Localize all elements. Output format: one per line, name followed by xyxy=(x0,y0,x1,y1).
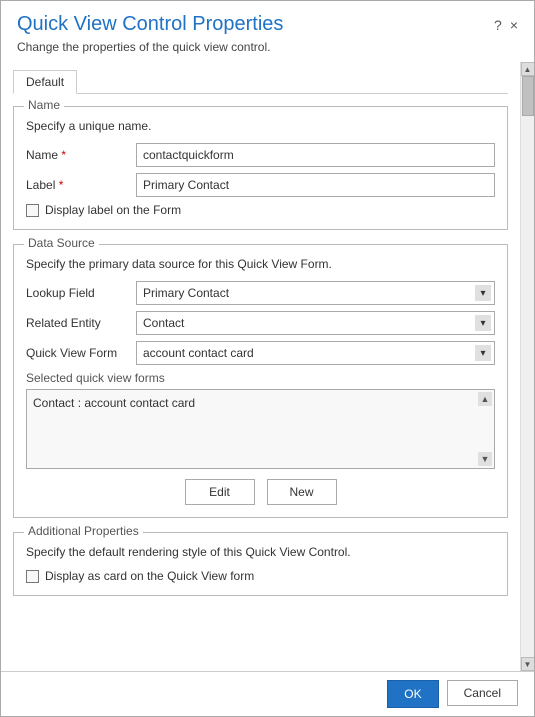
display-card-text: Display as card on the Quick View form xyxy=(45,569,254,583)
name-section-legend: Name xyxy=(24,98,64,112)
name-label: Name * xyxy=(26,148,136,162)
scrollbar-thumb[interactable] xyxy=(522,76,534,116)
quick-view-form-select[interactable]: account contact card xyxy=(136,341,495,365)
label-field-row: Label * xyxy=(26,173,495,197)
quick-view-form-row: Quick View Form account contact card ▾ xyxy=(26,341,495,365)
datasource-section-legend: Data Source xyxy=(24,236,99,250)
dialog-controls: ? × xyxy=(494,17,518,33)
display-label-text: Display label on the Form xyxy=(45,203,181,217)
lookup-field-select[interactable]: Primary Contact xyxy=(136,281,495,305)
dialog-title-area: Quick View Control Properties Change the… xyxy=(17,13,494,54)
name-field-row: Name * xyxy=(26,143,495,167)
additional-section-legend: Additional Properties xyxy=(24,524,143,538)
name-section: Name Specify a unique name. Name * Label… xyxy=(13,106,508,230)
dialog-container: Quick View Control Properties Change the… xyxy=(0,0,535,717)
datasource-button-row: Edit New xyxy=(26,479,495,505)
display-card-checkbox[interactable] xyxy=(26,570,39,583)
datasource-section: Data Source Specify the primary data sou… xyxy=(13,244,508,518)
scrollbar-area: Default Name Specify a unique name. Name… xyxy=(1,62,534,671)
scroll-down-btn[interactable]: ▼ xyxy=(521,657,535,671)
label-input[interactable] xyxy=(136,173,495,197)
display-card-row: Display as card on the Quick View form xyxy=(26,569,495,583)
selected-label: Selected quick view forms xyxy=(26,371,495,385)
related-entity-row: Related Entity Contact ▾ xyxy=(26,311,495,335)
dialog-subtitle: Change the properties of the quick view … xyxy=(17,40,494,54)
list-scroll-up-btn[interactable]: ▲ xyxy=(478,392,492,406)
scroll-up-btn[interactable]: ▲ xyxy=(521,62,535,76)
lookup-field-row: Lookup Field Primary Contact ▾ xyxy=(26,281,495,305)
scrollbar-thumb-area xyxy=(521,76,534,657)
close-icon[interactable]: × xyxy=(510,17,518,33)
edit-button[interactable]: Edit xyxy=(185,479,255,505)
ok-button[interactable]: OK xyxy=(387,680,438,708)
lookup-field-select-wrapper: Primary Contact ▾ xyxy=(136,281,495,305)
name-section-desc: Specify a unique name. xyxy=(26,119,495,133)
tab-bar: Default xyxy=(13,70,508,94)
tab-default[interactable]: Default xyxy=(13,70,77,94)
help-icon[interactable]: ? xyxy=(494,17,502,33)
quick-view-form-select-wrapper: account contact card ▾ xyxy=(136,341,495,365)
label-label: Label * xyxy=(26,178,136,192)
dialog-footer: OK Cancel xyxy=(1,671,534,716)
new-button[interactable]: New xyxy=(267,479,337,505)
quick-view-form-label: Quick View Form xyxy=(26,346,136,360)
scrollbar: ▲ ▼ xyxy=(520,62,534,671)
lookup-field-label: Lookup Field xyxy=(26,286,136,300)
display-label-row: Display label on the Form xyxy=(26,203,495,217)
datasource-section-desc: Specify the primary data source for this… xyxy=(26,257,495,271)
display-label-checkbox[interactable] xyxy=(26,204,39,217)
related-entity-select-wrapper: Contact ▾ xyxy=(136,311,495,335)
related-entity-label: Related Entity xyxy=(26,316,136,330)
dialog-header: Quick View Control Properties Change the… xyxy=(1,1,534,62)
dialog-title: Quick View Control Properties xyxy=(17,13,494,36)
selected-list: Contact : account contact card ▲ ▼ xyxy=(26,389,495,469)
list-item: Contact : account contact card xyxy=(33,394,488,412)
dialog-body: Default Name Specify a unique name. Name… xyxy=(1,62,520,671)
name-input[interactable] xyxy=(136,143,495,167)
cancel-button[interactable]: Cancel xyxy=(447,680,518,706)
name-required-star: * xyxy=(61,148,66,162)
label-required-star: * xyxy=(59,178,64,192)
related-entity-select[interactable]: Contact xyxy=(136,311,495,335)
additional-section: Additional Properties Specify the defaul… xyxy=(13,532,508,596)
additional-section-desc: Specify the default rendering style of t… xyxy=(26,545,495,559)
list-scroll-down-btn[interactable]: ▼ xyxy=(478,452,492,466)
